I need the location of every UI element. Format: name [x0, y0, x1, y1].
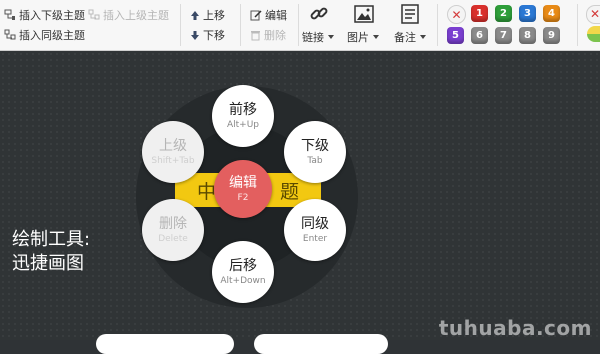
close-icon: ✕	[451, 7, 462, 22]
edit-label: 编辑	[265, 9, 287, 22]
move-forward-button[interactable]: 前移 Alt+Up	[212, 85, 274, 147]
priority-4-button[interactable]: 4	[543, 5, 560, 22]
add-sibling-button[interactable]: 同级 Enter	[284, 199, 346, 261]
insert-sibling-topic-button[interactable]: 插入同级主题	[4, 27, 85, 43]
toolbar-divider	[577, 4, 578, 46]
edit-node-button[interactable]: 编辑 F2	[214, 160, 272, 218]
bubble-shortcut: Enter	[302, 233, 328, 244]
insert-child-topic-button[interactable]: 插入下级主题	[4, 7, 85, 23]
image-dropdown[interactable]: 图片	[347, 29, 379, 45]
bubble-shortcut: F2	[237, 192, 249, 203]
priority-9-button[interactable]: 9	[543, 27, 560, 44]
insert-parent-icon	[88, 9, 100, 21]
priority-6-button[interactable]: 6	[471, 27, 488, 44]
image-icon[interactable]	[354, 5, 374, 27]
trash-icon	[250, 29, 261, 41]
bubble-title: 同级	[301, 215, 329, 232]
priority-5-button[interactable]: 5	[447, 27, 464, 44]
move-down-label: 下移	[203, 29, 225, 42]
chevron-down-icon	[420, 35, 426, 39]
bottom-panel-tab[interactable]	[96, 334, 234, 354]
note-icon[interactable]	[401, 4, 419, 28]
toolbar-divider	[180, 4, 181, 46]
bubble-title: 上级	[159, 137, 187, 154]
priority-2-button[interactable]: 2	[495, 5, 512, 22]
insert-child-label: 插入下级主题	[19, 9, 85, 22]
edit-button[interactable]: 编辑	[250, 7, 287, 23]
chevron-down-icon	[373, 35, 379, 39]
chevron-down-icon	[328, 35, 334, 39]
insert-parent-label: 插入上级主题	[103, 9, 169, 22]
edit-pencil-icon	[250, 9, 262, 21]
delete-label: 删除	[264, 29, 286, 42]
insert-sibling-label: 插入同级主题	[19, 29, 85, 42]
bubble-title: 前移	[229, 101, 257, 118]
bubble-title: 下级	[301, 137, 329, 154]
side-caption-line1: 绘制工具:	[12, 229, 91, 250]
arrow-down-icon	[190, 30, 200, 41]
bubble-shortcut: Shift+Tab	[151, 155, 195, 166]
insert-child-icon	[4, 9, 16, 21]
insert-sibling-icon	[4, 29, 16, 41]
priority-7-button[interactable]: 7	[495, 27, 512, 44]
toolbar-divider	[298, 4, 299, 46]
close-icon: ✕	[590, 7, 600, 21]
bubble-shortcut: Delete	[158, 233, 188, 244]
toolbar-divider	[437, 4, 438, 46]
toolbar-divider	[240, 4, 241, 46]
priority-3-button[interactable]: 3	[519, 5, 536, 22]
side-caption-line2: 迅捷画图	[12, 253, 84, 274]
bubble-shortcut: Alt+Down	[220, 275, 266, 286]
bubble-shortcut: Alt+Up	[226, 119, 260, 130]
priority-1-button[interactable]: 1	[471, 5, 488, 22]
bubble-title: 编辑	[229, 174, 257, 191]
move-up-button[interactable]: 上移	[190, 7, 225, 23]
image-label: 图片	[347, 31, 369, 44]
move-down-button[interactable]: 下移	[190, 27, 225, 43]
move-backward-button[interactable]: 后移 Alt+Down	[212, 241, 274, 303]
topic-text-right: 题	[279, 180, 299, 203]
bubble-title: 删除	[159, 215, 187, 232]
toolbar: 插入下级主题 插入上级主题 插入同级主题 上移 下移 编辑 删除 链接 图片 备…	[0, 0, 600, 51]
remove-progress-button[interactable]: ✕	[586, 5, 600, 24]
bubble-shortcut: Tab	[307, 155, 323, 166]
note-label: 备注	[394, 31, 416, 44]
arrow-up-icon	[190, 10, 200, 21]
delete-node-button[interactable]: 删除 Delete	[142, 199, 204, 261]
move-up-label: 上移	[203, 9, 225, 22]
insert-parent-topic-button[interactable]: 插入上级主题	[88, 7, 169, 23]
link-icon[interactable]	[309, 4, 329, 28]
watermark: tuhuaba.com	[438, 316, 592, 340]
note-dropdown[interactable]: 备注	[394, 29, 426, 45]
priority-8-button[interactable]: 8	[519, 27, 536, 44]
bubble-title: 后移	[229, 257, 257, 274]
add-parent-button[interactable]: 上级 Shift+Tab	[142, 121, 204, 183]
remove-priority-button[interactable]: ✕	[447, 5, 466, 24]
link-label: 链接	[302, 31, 324, 44]
link-dropdown[interactable]: 链接	[302, 29, 334, 45]
add-child-button[interactable]: 下级 Tab	[284, 121, 346, 183]
progress-icon[interactable]	[587, 26, 600, 42]
bottom-panel-tab[interactable]	[254, 334, 388, 354]
delete-button[interactable]: 删除	[250, 27, 286, 43]
